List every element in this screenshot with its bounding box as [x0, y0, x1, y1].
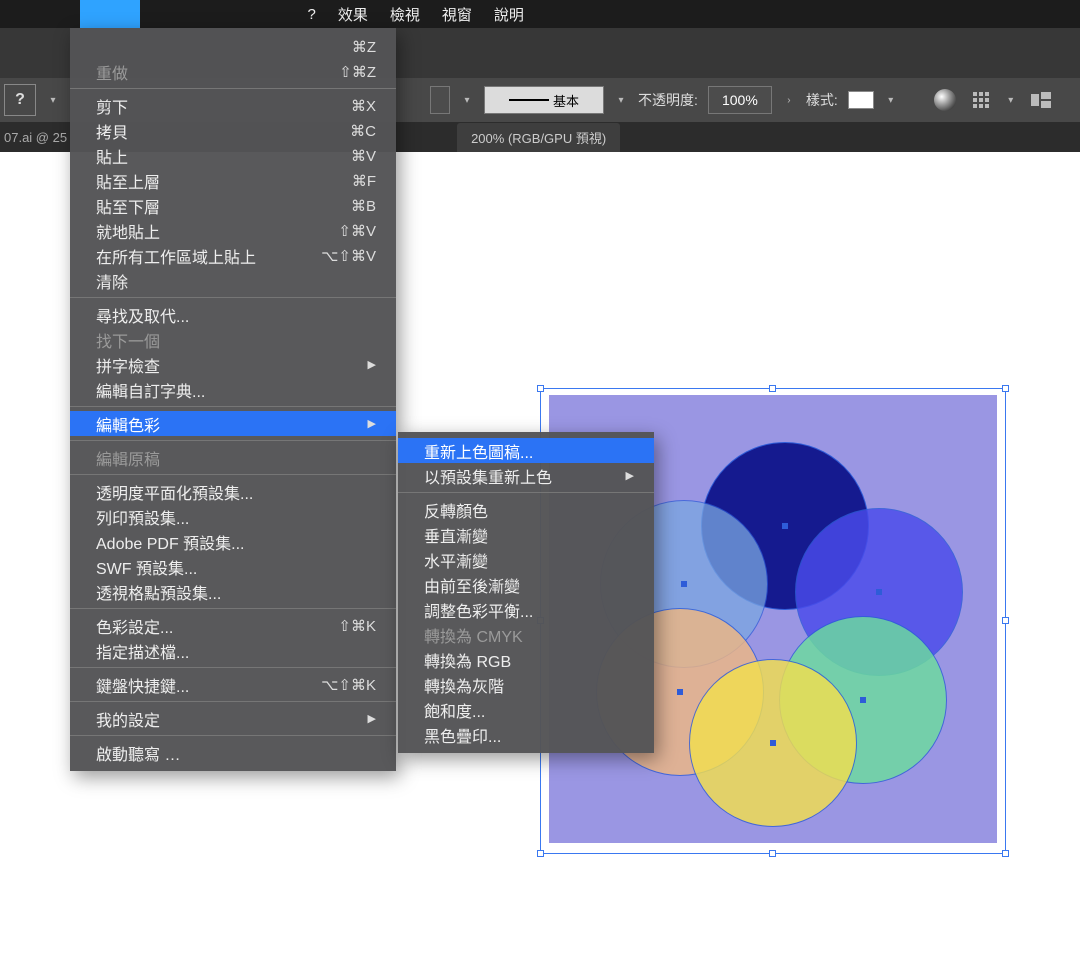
mi-print-presets[interactable]: 列印預設集... — [70, 504, 396, 529]
menu-item[interactable]: ? — [308, 6, 316, 23]
mi-to-gray[interactable]: 轉換為灰階 — [398, 672, 654, 697]
mi-find-next: 找下一個 — [70, 327, 396, 352]
edit-menu: ⌘Z 重做⇧⌘Z 剪下⌘X 拷貝⌘C 貼上⌘V 貼至上層⌘F 貼至下層⌘B 就地… — [70, 28, 396, 771]
mi-paste[interactable]: 貼上⌘V — [70, 143, 396, 168]
mi-edit-orig: 編輯原稿 — [70, 445, 396, 470]
mi-color-settings[interactable]: 色彩設定...⇧⌘K — [70, 613, 396, 638]
chevron-right-icon[interactable]: › — [782, 95, 796, 106]
mi-to-cmyk: 轉換為 CMYK — [398, 622, 654, 647]
mi-swf-presets[interactable]: SWF 預設集... — [70, 554, 396, 579]
menu-item-help[interactable]: 說明 — [494, 4, 524, 25]
chevron-down-icon[interactable]: ▾ — [460, 95, 474, 106]
fill-swatch[interactable] — [430, 86, 450, 114]
menu-item-effect[interactable]: 效果 — [338, 4, 368, 25]
mi-saturate[interactable]: 飽和度... — [398, 697, 654, 722]
menubar: x ? 效果 檢視 視窗 說明 — [0, 0, 1080, 28]
edit-color-submenu: 重新上色圖稿... 以預設集重新上色▶ 反轉顏色 垂直漸變 水平漸變 由前至後漸… — [398, 432, 654, 753]
mi-pdf-presets[interactable]: Adobe PDF 預設集... — [70, 529, 396, 554]
align-icon[interactable] — [968, 87, 994, 113]
opacity-label: 不透明度: — [638, 90, 698, 110]
mi-invert[interactable]: 反轉顏色 — [398, 497, 654, 522]
mi-hblend[interactable]: 水平漸變 — [398, 547, 654, 572]
mi-paste-front[interactable]: 貼至上層⌘F — [70, 168, 396, 193]
mi-spell[interactable]: 拼字檢查▶ — [70, 352, 396, 377]
stroke-label: 基本 — [553, 91, 579, 110]
chevron-down-icon[interactable]: ▾ — [1004, 95, 1018, 106]
mi-fbblend[interactable]: 由前至後漸變 — [398, 572, 654, 597]
mi-paste-place[interactable]: 就地貼上⇧⌘V — [70, 218, 396, 243]
menu-edit-active[interactable] — [80, 0, 140, 28]
arrange-icon[interactable] — [1028, 87, 1054, 113]
chevron-down-icon[interactable]: ▾ — [884, 95, 898, 106]
document-tab[interactable]: 200% (RGB/GPU 預視) — [457, 123, 620, 152]
opacity-field[interactable]: 100% — [708, 86, 772, 114]
mi-vblend[interactable]: 垂直漸變 — [398, 522, 654, 547]
mi-paste-all[interactable]: 在所有工作區域上貼上⌥⇧⌘V — [70, 243, 396, 268]
mi-balance[interactable]: 調整色彩平衡... — [398, 597, 654, 622]
document-info-left: 07.ai @ 25 — [4, 130, 67, 145]
mi-edit-color[interactable]: 編輯色彩▶ — [70, 411, 396, 436]
stroke-select[interactable]: 基本 — [484, 86, 604, 114]
mi-to-rgb[interactable]: 轉換為 RGB — [398, 647, 654, 672]
mi-assign-profile[interactable]: 指定描述檔... — [70, 638, 396, 663]
mi-recolor-preset[interactable]: 以預設集重新上色▶ — [398, 463, 654, 488]
mi-dictation[interactable]: 啟動聽寫 … — [70, 740, 396, 765]
mi-paste-back[interactable]: 貼至下層⌘B — [70, 193, 396, 218]
help-icon[interactable]: ? — [4, 84, 36, 116]
mi-copy[interactable]: 拷貝⌘C — [70, 118, 396, 143]
chevron-down-icon[interactable]: ▾ — [614, 95, 628, 106]
mi-flatten[interactable]: 透明度平面化預設集... — [70, 479, 396, 504]
recolor-icon[interactable] — [932, 87, 958, 113]
menu-item-window[interactable]: 視窗 — [442, 4, 472, 25]
chevron-down-icon[interactable]: ▾ — [46, 95, 60, 106]
stroke-line-icon — [509, 99, 549, 101]
menu-item-view[interactable]: 檢視 — [390, 4, 420, 25]
mi-cut[interactable]: 剪下⌘X — [70, 93, 396, 118]
mi-dict[interactable]: 編輯自訂字典... — [70, 377, 396, 402]
mi-undo[interactable]: ⌘Z — [70, 34, 396, 59]
mi-find[interactable]: 尋找及取代... — [70, 302, 396, 327]
mi-shortcuts[interactable]: 鍵盤快捷鍵...⌥⇧⌘K — [70, 672, 396, 697]
mi-my-settings[interactable]: 我的設定▶ — [70, 706, 396, 731]
mi-black-overprint[interactable]: 黑色疊印... — [398, 722, 654, 747]
mi-redo: 重做⇧⌘Z — [70, 59, 396, 84]
mi-persp-presets[interactable]: 透視格點預設集... — [70, 579, 396, 604]
mi-clear[interactable]: 清除 — [70, 268, 396, 293]
mi-recolor[interactable]: 重新上色圖稿... — [398, 438, 654, 463]
style-swatch[interactable] — [848, 91, 874, 109]
style-label: 樣式: — [806, 90, 838, 110]
